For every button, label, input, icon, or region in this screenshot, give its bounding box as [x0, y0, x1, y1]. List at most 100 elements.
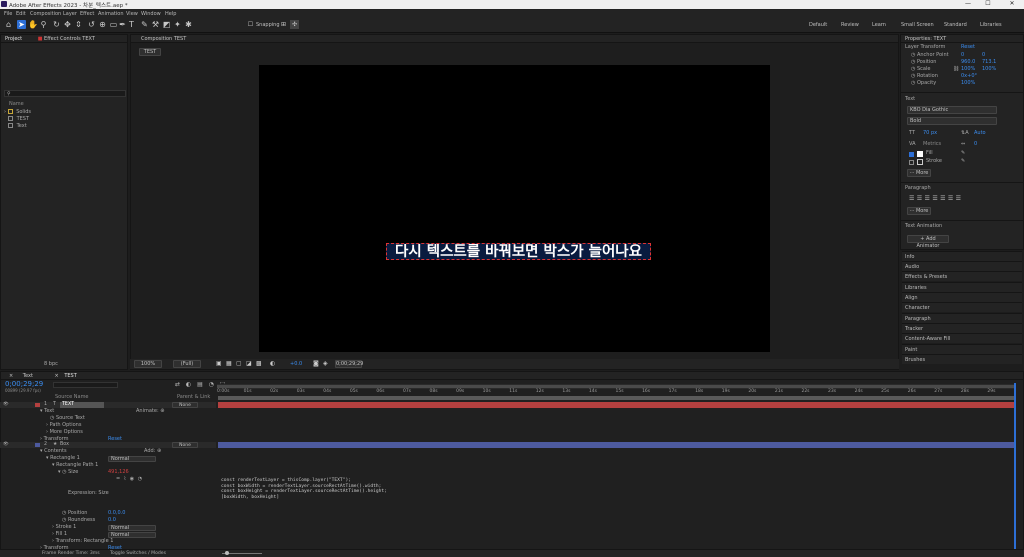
- stroke-color-swatch[interactable]: [917, 159, 923, 165]
- prop-group-more-options[interactable]: › More Options: [46, 429, 83, 436]
- prop-source-text[interactable]: ◷ Source Text: [50, 415, 85, 422]
- visibility-eye-icon[interactable]: 👁: [3, 402, 9, 407]
- project-item-solids[interactable]: › Solids: [4, 109, 126, 116]
- close-tab-icon[interactable]: ×: [55, 373, 59, 379]
- menu-animation[interactable]: Animation: [98, 11, 124, 17]
- menu-composition[interactable]: Composition: [30, 11, 61, 17]
- rotation-tool-icon[interactable]: ↺: [87, 20, 96, 29]
- prop-group-fill-1[interactable]: › Fill 1: [52, 531, 67, 538]
- size-value[interactable]: 491,126: [108, 469, 129, 476]
- menu-window[interactable]: Window: [141, 11, 161, 17]
- layer-box-bar[interactable]: [218, 442, 1014, 448]
- panel-effects-presets[interactable]: Effects & Presets: [902, 271, 1022, 281]
- composition-viewer[interactable]: 다시 텍스트를 바꿔보면 박스가 늘어나요: [259, 65, 770, 352]
- timeline-tab-text[interactable]: Text: [23, 373, 33, 379]
- zoom-dropdown[interactable]: 100%: [134, 360, 162, 368]
- prop-group-stroke-1[interactable]: › Stroke 1: [52, 524, 76, 531]
- add-animator-button[interactable]: + Add Animator: [907, 235, 949, 249]
- transform-reset-link[interactable]: Reset: [961, 44, 975, 51]
- eyedropper-icon[interactable]: ✎: [961, 150, 965, 157]
- tracking-value[interactable]: 0: [974, 141, 977, 148]
- prop-group-path-options[interactable]: › Path Options: [46, 422, 81, 429]
- snapshot-icon[interactable]: ◙: [313, 360, 319, 367]
- layer-name[interactable]: TEXT: [60, 402, 104, 408]
- parent-dropdown[interactable]: None: [172, 402, 198, 408]
- panel-libraries[interactable]: Libraries: [902, 282, 1022, 292]
- selection-tool-icon[interactable]: ➤: [17, 20, 26, 29]
- grid-icon[interactable]: ▦: [226, 360, 232, 367]
- work-area-range[interactable]: [217, 385, 1014, 388]
- add-button[interactable]: Add: ⊕: [144, 448, 161, 455]
- panel-content-aware-fill[interactable]: Content-Aware Fill: [902, 333, 1022, 343]
- panel-paragraph[interactable]: Paragraph: [902, 313, 1022, 323]
- col-source-name[interactable]: Source Name: [55, 394, 89, 401]
- exposure-value[interactable]: +0.0: [290, 361, 302, 367]
- zoom-slider-handle[interactable]: [225, 551, 229, 555]
- workspace-standard[interactable]: Standard: [944, 22, 967, 28]
- prop-roundness[interactable]: ◷ Roundness: [62, 517, 95, 524]
- rectangle-tool-icon[interactable]: ▭: [109, 20, 118, 29]
- blend-mode-dropdown[interactable]: Normal: [108, 456, 156, 462]
- channels-icon[interactable]: ◪: [246, 360, 252, 367]
- fill-checkbox[interactable]: [909, 152, 914, 157]
- stroke-blend-dropdown[interactable]: Normal: [108, 525, 156, 531]
- workspace-small-screen[interactable]: Small Screen: [901, 22, 934, 28]
- bit-depth-label[interactable]: 8 bpc: [44, 361, 58, 368]
- leading-value[interactable]: Auto: [974, 130, 986, 137]
- anchor-point-tool-icon[interactable]: ⊕: [98, 20, 107, 29]
- project-col-name[interactable]: Name: [9, 101, 127, 108]
- panel-paint[interactable]: Paint: [902, 344, 1022, 354]
- panel-brushes[interactable]: Brushes: [902, 354, 1022, 364]
- current-time-indicator[interactable]: [1014, 383, 1016, 557]
- home-icon[interactable]: ⌂: [4, 20, 13, 29]
- label-color-swatch[interactable]: [35, 403, 40, 407]
- parent-dropdown[interactable]: None: [172, 442, 198, 448]
- resolution-dropdown[interactable]: (Full): [173, 360, 201, 368]
- canvas-caption-text[interactable]: 다시 텍스트를 바꿔보면 박스가 늘어나요: [386, 243, 651, 260]
- toggle-switches-modes[interactable]: Toggle Switches / Modes: [110, 551, 166, 556]
- prop-group-contents[interactable]: ▾ Contents: [40, 448, 67, 455]
- eyedropper-icon[interactable]: ✎: [961, 158, 965, 165]
- prop-group-text[interactable]: ▾ Text: [40, 408, 54, 415]
- menu-effect[interactable]: Effect: [80, 11, 94, 17]
- menu-layer[interactable]: Layer: [63, 11, 77, 17]
- layer-row-text[interactable]: 👁 1 T TEXT None: [0, 402, 216, 408]
- panel-info[interactable]: Info: [902, 251, 1022, 261]
- menu-edit[interactable]: Edit: [16, 11, 26, 17]
- stroke-checkbox[interactable]: [909, 160, 914, 165]
- close-tab-icon[interactable]: ×: [9, 373, 13, 379]
- timeline-timecode[interactable]: 0;00;29;29: [5, 380, 43, 388]
- roto-brush-tool-icon[interactable]: ✦: [173, 20, 182, 29]
- rotation-value[interactable]: 0x+0°: [961, 73, 977, 80]
- type-tool-icon[interactable]: T: [127, 20, 136, 29]
- anchor-y-value[interactable]: 0: [982, 52, 985, 59]
- layer-row-box[interactable]: 👁 2 ★ Box None: [0, 442, 216, 448]
- puppet-tool-icon[interactable]: ✱: [184, 20, 193, 29]
- position-x-value[interactable]: 960.0: [961, 59, 975, 66]
- snap-toggle-icon[interactable]: ✣: [290, 20, 299, 29]
- show-snapshot-icon[interactable]: ◈: [323, 360, 328, 367]
- fill-blend-dropdown[interactable]: Normal: [108, 532, 156, 538]
- menu-file[interactable]: File: [4, 11, 12, 17]
- project-item-test[interactable]: TEST: [4, 116, 126, 123]
- menu-view[interactable]: View: [126, 11, 138, 17]
- dolly-camera-icon[interactable]: ⇕: [74, 20, 83, 29]
- paragraph-more-button[interactable]: ··· More: [907, 207, 931, 215]
- workspace-learn[interactable]: Learn: [872, 22, 886, 28]
- scale-y-value[interactable]: 100%: [982, 66, 996, 73]
- mask-icon[interactable]: ▢: [236, 360, 242, 367]
- project-search-input[interactable]: ⚲: [4, 90, 126, 97]
- snap-options-icon[interactable]: ⊞: [279, 20, 288, 29]
- roundness-value[interactable]: 0.0: [108, 517, 116, 524]
- scale-x-value[interactable]: 100%: [961, 66, 975, 73]
- workspace-review[interactable]: Review: [841, 22, 859, 28]
- workspace-default[interactable]: Default: [809, 22, 827, 28]
- close-button[interactable]: ✕: [1004, 0, 1020, 9]
- prop-group-transform-rect[interactable]: › Transform: Rectangle 1: [52, 538, 113, 545]
- visibility-eye-icon[interactable]: 👁: [3, 442, 9, 447]
- layer-text-bar[interactable]: [218, 402, 1014, 408]
- panel-align[interactable]: Align: [902, 292, 1022, 302]
- opacity-value[interactable]: 100%: [961, 80, 975, 87]
- position-y-value[interactable]: 713.1: [982, 59, 996, 66]
- transparency-icon[interactable]: ▩: [256, 360, 262, 367]
